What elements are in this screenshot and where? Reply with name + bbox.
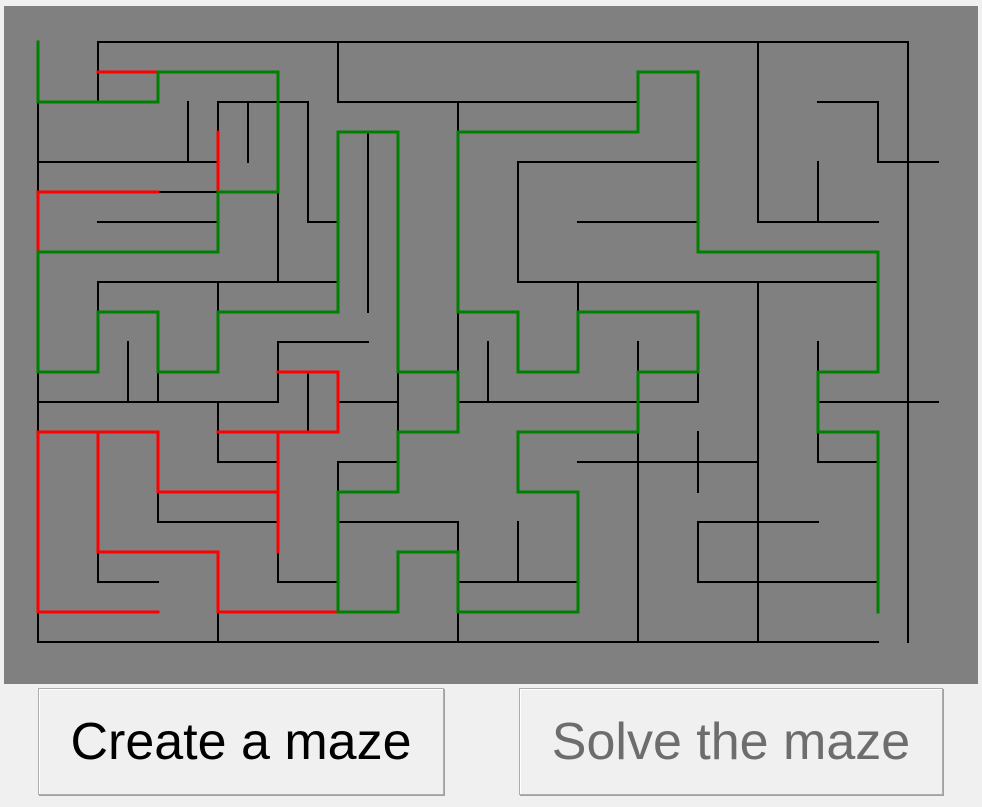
maze-app-window: Create a maze Solve the maze: [0, 0, 982, 807]
maze-wall: [517, 521, 579, 583]
maze-wall: [337, 461, 519, 583]
maze-wall: [487, 341, 519, 403]
maze-wall: [307, 101, 339, 223]
maze-wall: [217, 341, 279, 463]
create-maze-button[interactable]: Create a maze: [38, 688, 444, 795]
maze-canvas: [4, 6, 978, 684]
maze-wall: [277, 521, 339, 583]
maze-wall: [337, 41, 639, 103]
maze-wall: [757, 281, 879, 343]
maze-wall: [337, 401, 399, 463]
maze-drawing: [36, 40, 939, 643]
maze-wall: [97, 461, 159, 583]
maze-wall: [817, 101, 939, 163]
maze-wall: [817, 401, 879, 583]
solve-maze-button[interactable]: Solve the maze: [519, 688, 943, 795]
maze-wall: [697, 521, 879, 583]
